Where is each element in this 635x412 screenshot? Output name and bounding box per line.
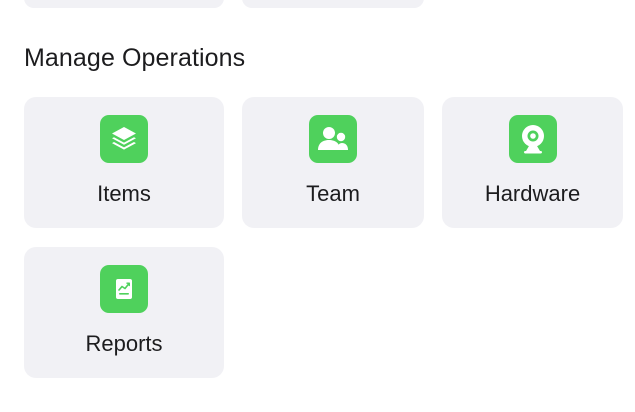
tile-hardware[interactable]: Hardware	[442, 97, 623, 228]
people-icon	[309, 115, 357, 163]
tile-label: Items	[97, 181, 151, 206]
tile-team[interactable]: Team	[242, 97, 424, 228]
previous-section-card[interactable]	[24, 0, 224, 8]
tile-reports[interactable]: Reports	[24, 247, 224, 378]
webcam-icon	[508, 115, 557, 163]
tile-label: Team	[306, 181, 360, 206]
previous-section-card[interactable]	[242, 0, 424, 8]
tile-items[interactable]: Items	[24, 97, 224, 228]
layers-icon	[100, 115, 148, 163]
tile-label: Hardware	[484, 181, 581, 206]
section-title: Manage Operations	[24, 44, 246, 72]
report-chart-icon	[100, 265, 148, 313]
page: Manage Operations Items Team Hardware Re…	[0, 0, 635, 412]
tile-label: Reports	[85, 331, 163, 356]
